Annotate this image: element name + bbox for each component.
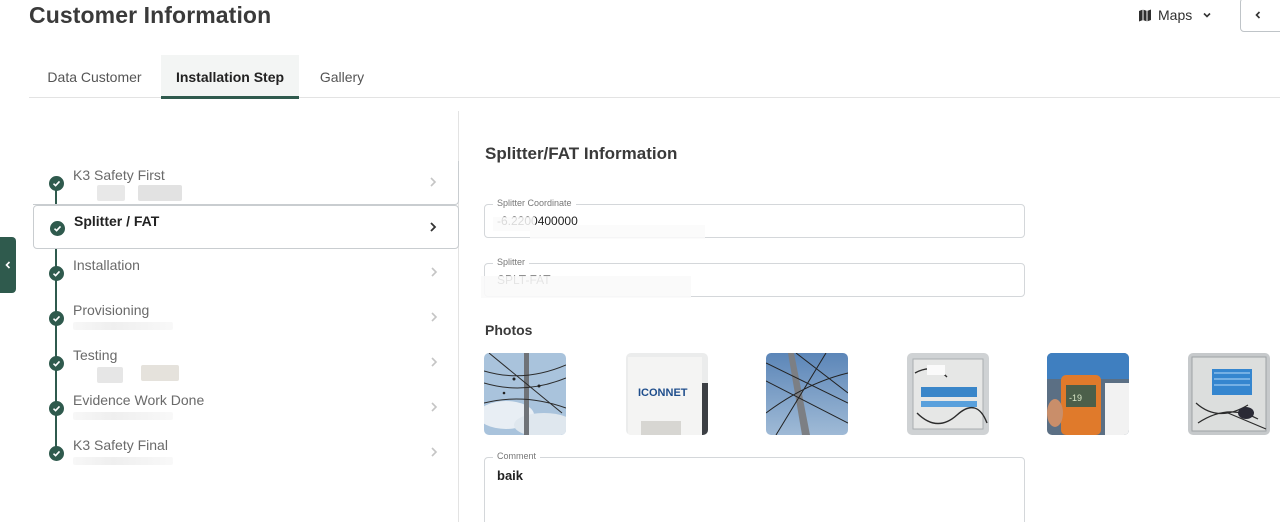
photo-thumbnail[interactable]: [766, 353, 848, 435]
step-k3-safety-first[interactable]: K3 Safety First: [33, 161, 459, 205]
tab-installation-step[interactable]: Installation Step: [161, 55, 299, 99]
field-label: Splitter: [493, 257, 530, 267]
splitter-field[interactable]: Splitter SPLT-FAT: [481, 257, 1025, 298]
redacted-detail: [73, 412, 173, 420]
step-installation[interactable]: Installation: [33, 251, 459, 295]
redacted-detail: [493, 217, 535, 231]
step-k3-safety-final[interactable]: K3 Safety Final: [33, 431, 459, 475]
photo-thumbnail[interactable]: [484, 353, 566, 435]
meter-reading: -19: [1069, 393, 1082, 403]
chevron-right-icon: [430, 177, 437, 187]
chevron-right-icon: [430, 222, 437, 232]
redacted-detail: [530, 225, 705, 239]
redacted-detail: [141, 365, 179, 381]
photo-thumbnail[interactable]: [907, 353, 989, 435]
step-evidence-work-done[interactable]: Evidence Work Done: [33, 386, 459, 430]
page-title: Customer Information: [29, 2, 272, 28]
chevron-right-icon: [431, 447, 438, 457]
redacted-detail: [73, 322, 173, 330]
redacted-detail: [138, 185, 182, 201]
redacted-detail: [73, 457, 173, 465]
check-circle-icon: [49, 401, 64, 416]
step-label: Evidence Work Done: [73, 392, 205, 408]
photos-title: Photos: [485, 322, 533, 338]
step-testing[interactable]: Testing: [33, 341, 459, 385]
step-label: K3 Safety First: [73, 167, 165, 183]
step-label: Testing: [73, 347, 118, 363]
photo-thumbnail[interactable]: ICONNET: [626, 353, 708, 435]
tab-gallery[interactable]: Gallery: [299, 55, 385, 98]
comment-value: baik: [497, 468, 524, 483]
tab-data-customer[interactable]: Data Customer: [29, 55, 160, 98]
check-circle-icon: [49, 311, 64, 326]
check-circle-icon: [49, 356, 64, 371]
section-title: Splitter/FAT Information: [485, 144, 678, 163]
iconnet-logo: ICONNET: [638, 387, 688, 399]
step-splitter-fat[interactable]: Splitter / FAT: [33, 205, 459, 249]
step-label: K3 Safety Final: [73, 437, 168, 453]
chevron-right-icon: [431, 402, 438, 412]
splitter-coordinate-field[interactable]: Splitter Coordinate -6.2200400000: [484, 198, 1025, 239]
redacted-detail: [97, 367, 123, 383]
chevron-right-icon: [431, 267, 438, 277]
chevron-right-icon: [431, 312, 438, 322]
step-provisioning[interactable]: Provisioning: [33, 296, 459, 340]
photo-thumbnail[interactable]: -19: [1047, 353, 1129, 435]
chevron-left-icon: [1255, 11, 1261, 19]
step-label: Provisioning: [73, 302, 150, 318]
step-label: Splitter / FAT: [74, 213, 160, 229]
maps-label: Maps: [1158, 7, 1193, 23]
map-icon: [1139, 9, 1151, 21]
back-button[interactable]: [1240, 0, 1280, 32]
field-label: Comment: [493, 451, 541, 461]
chevron-left-icon: [5, 261, 11, 269]
step-label: Installation: [73, 257, 140, 273]
check-circle-icon: [50, 221, 65, 236]
sidebar-toggle-button[interactable]: [0, 237, 16, 293]
field-label: Splitter Coordinate: [493, 198, 576, 208]
check-circle-icon: [49, 446, 64, 461]
chevron-right-icon: [431, 357, 438, 367]
redacted-detail: [97, 185, 125, 201]
redacted-detail: [481, 276, 691, 298]
chevron-down-icon: [1203, 12, 1211, 18]
check-circle-icon: [49, 176, 64, 191]
comment-field[interactable]: Comment baik: [484, 451, 1025, 522]
check-circle-icon: [49, 266, 64, 281]
tab-bar: Data Customer Installation Step Gallery: [29, 55, 1280, 99]
maps-button[interactable]: Maps: [1138, 4, 1212, 26]
photo-thumbnail[interactable]: [1188, 353, 1270, 435]
